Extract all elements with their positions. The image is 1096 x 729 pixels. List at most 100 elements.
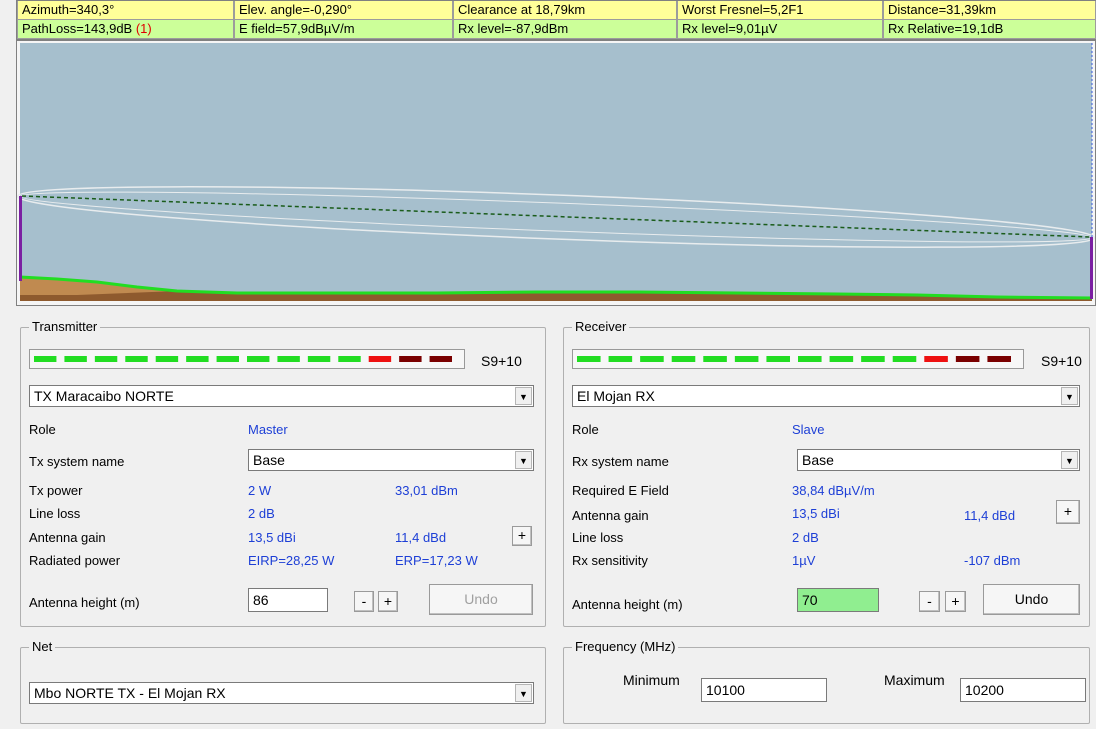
meter-segment bbox=[671, 356, 696, 362]
meter-segment bbox=[186, 356, 209, 362]
frequency-min-input[interactable]: 10100 bbox=[701, 678, 827, 702]
rx-station-select[interactable]: El Mojan RX ▼ bbox=[572, 385, 1080, 407]
tx-lineloss-label: Line loss bbox=[29, 506, 81, 521]
rx-signal-meter bbox=[572, 349, 1024, 369]
tx-system-label: Tx system name bbox=[29, 454, 125, 469]
meter-segment bbox=[924, 356, 948, 362]
rx-system-label: Rx system name bbox=[572, 454, 669, 469]
rx-gain-plus-button[interactable]: + bbox=[1056, 500, 1080, 524]
tx-role-value: Master bbox=[248, 422, 288, 437]
rx-meter-label: S9+10 bbox=[1041, 353, 1082, 369]
tx-eirp-value: EIRP=28,25 W bbox=[248, 553, 335, 568]
rx-height-minus-button[interactable]: - bbox=[919, 591, 940, 612]
rx-efield-label: Required E Field bbox=[572, 483, 669, 498]
transmitter-title: Transmitter bbox=[29, 319, 101, 334]
meter-segment bbox=[861, 356, 885, 362]
tx-station-value: TX Maracaibo NORTE bbox=[34, 388, 174, 404]
tx-erp-value: ERP=17,23 W bbox=[395, 553, 478, 568]
frequency-max-input[interactable]: 10200 bbox=[960, 678, 1086, 702]
rx-station-value: El Mojan RX bbox=[577, 388, 655, 404]
meter-segment bbox=[368, 356, 392, 362]
tx-power-label: Tx power bbox=[29, 483, 83, 498]
pathloss-value: PathLoss=143,9dB bbox=[22, 21, 136, 36]
profile-svg bbox=[16, 43, 1096, 301]
pathloss-readout: PathLoss=143,9dB (1) bbox=[17, 20, 234, 39]
tx-undo-button[interactable]: Undo bbox=[429, 584, 533, 615]
meter-segment bbox=[577, 356, 601, 362]
fresnel-readout: Worst Fresnel=5,2F1 bbox=[677, 1, 883, 20]
tx-meter-bars bbox=[34, 356, 452, 362]
tx-lineloss-value: 2 dB bbox=[248, 506, 275, 521]
meter-segment bbox=[640, 356, 664, 362]
rx-height-label: Antenna height (m) bbox=[572, 597, 683, 612]
tx-meter-label: S9+10 bbox=[481, 353, 522, 369]
tx-system-select[interactable]: Base ▼ bbox=[248, 449, 534, 471]
tx-gain-plus-button[interactable]: + bbox=[512, 526, 532, 546]
meter-segment bbox=[734, 356, 759, 362]
rx-undo-button[interactable]: Undo bbox=[983, 584, 1080, 615]
receiver-title: Receiver bbox=[572, 319, 630, 334]
meter-segment bbox=[703, 356, 727, 362]
frequency-panel: Frequency (MHz) Minimum 10100 Maximum 10… bbox=[563, 639, 1090, 724]
meter-segment bbox=[338, 356, 361, 362]
rx-relative-readout: Rx Relative=19,1dB bbox=[883, 20, 1096, 39]
frequency-max-label: Maximum bbox=[884, 672, 945, 688]
tx-height-plus-button[interactable]: + bbox=[378, 591, 398, 612]
chevron-down-icon[interactable]: ▼ bbox=[515, 451, 532, 469]
meter-segment bbox=[955, 356, 980, 362]
tx-height-input[interactable]: 86 bbox=[248, 588, 328, 612]
meter-segment bbox=[125, 356, 148, 362]
meter-segment bbox=[399, 356, 422, 362]
chevron-down-icon[interactable]: ▼ bbox=[515, 387, 532, 405]
meter-segment bbox=[608, 356, 633, 362]
rx-gain-dbd: 11,4 dBd bbox=[964, 508, 1016, 523]
tx-gain-dbi: 13,5 dBi bbox=[248, 530, 296, 545]
chevron-down-icon[interactable]: ▼ bbox=[1061, 387, 1078, 405]
rx-sensitivity-label: Rx sensitivity bbox=[572, 553, 648, 568]
info-bar: Azimuth=340,3° Elev. angle=-0,290° Clear… bbox=[16, 0, 1096, 40]
rx-role-value: Slave bbox=[792, 422, 825, 437]
meter-segment bbox=[247, 356, 270, 362]
tx-signal-meter bbox=[29, 349, 465, 369]
tx-height-minus-button[interactable]: - bbox=[354, 591, 374, 612]
rx-role-label: Role bbox=[572, 422, 599, 437]
rx-height-plus-button[interactable]: + bbox=[945, 591, 966, 612]
tx-station-select[interactable]: TX Maracaibo NORTE ▼ bbox=[29, 385, 534, 407]
net-select[interactable]: Mbo NORTE TX - El Mojan RX ▼ bbox=[29, 682, 534, 704]
meter-segment bbox=[429, 356, 452, 362]
meter-segment bbox=[34, 356, 57, 362]
meter-segment bbox=[798, 356, 822, 362]
receiver-panel: Receiver S9+10 El Mojan RX ▼ Role Slave … bbox=[563, 319, 1090, 627]
rx-lineloss-value: 2 dB bbox=[792, 530, 819, 545]
path-profile-view[interactable] bbox=[16, 40, 1096, 306]
meter-segment bbox=[216, 356, 239, 362]
elevation-readout: Elev. angle=-0,290° bbox=[234, 1, 453, 20]
tx-antenna-mast bbox=[19, 196, 22, 281]
tx-power-watts: 2 W bbox=[248, 483, 272, 498]
rx-meter-bars bbox=[577, 356, 1011, 362]
rxlevel-dbm-readout: Rx level=-87,9dBm bbox=[453, 20, 677, 39]
tx-gain-label: Antenna gain bbox=[29, 530, 106, 545]
rxlevel-uv-readout: Rx level=9,01µV bbox=[677, 20, 883, 39]
rx-efield-value: 38,84 dBµV/m bbox=[792, 483, 875, 498]
clearance-readout: Clearance at 18,79km bbox=[453, 1, 677, 20]
tx-gain-dbd: 11,4 dBd bbox=[395, 530, 447, 545]
meter-segment bbox=[987, 356, 1011, 362]
chevron-down-icon[interactable]: ▼ bbox=[1061, 451, 1078, 469]
rx-lineloss-label: Line loss bbox=[572, 530, 624, 545]
distance-readout: Distance=31,39km bbox=[883, 1, 1096, 20]
frequency-title: Frequency (MHz) bbox=[572, 639, 679, 654]
chevron-down-icon[interactable]: ▼ bbox=[515, 684, 532, 702]
rx-system-select[interactable]: Base ▼ bbox=[797, 449, 1080, 471]
azimuth-readout: Azimuth=340,3° bbox=[17, 1, 234, 20]
meter-segment bbox=[94, 356, 118, 362]
meter-segment bbox=[155, 356, 179, 362]
rx-sensitivity-dbm: -107 dBm bbox=[964, 553, 1021, 568]
net-panel: Net Mbo NORTE TX - El Mojan RX ▼ bbox=[20, 639, 546, 724]
rx-system-value: Base bbox=[802, 452, 834, 468]
tx-power-dbm: 33,01 dBm bbox=[395, 483, 458, 498]
tx-system-value: Base bbox=[253, 452, 285, 468]
rx-height-input[interactable]: 70 bbox=[797, 588, 879, 612]
tx-height-label: Antenna height (m) bbox=[29, 595, 140, 610]
meter-segment bbox=[766, 356, 790, 362]
